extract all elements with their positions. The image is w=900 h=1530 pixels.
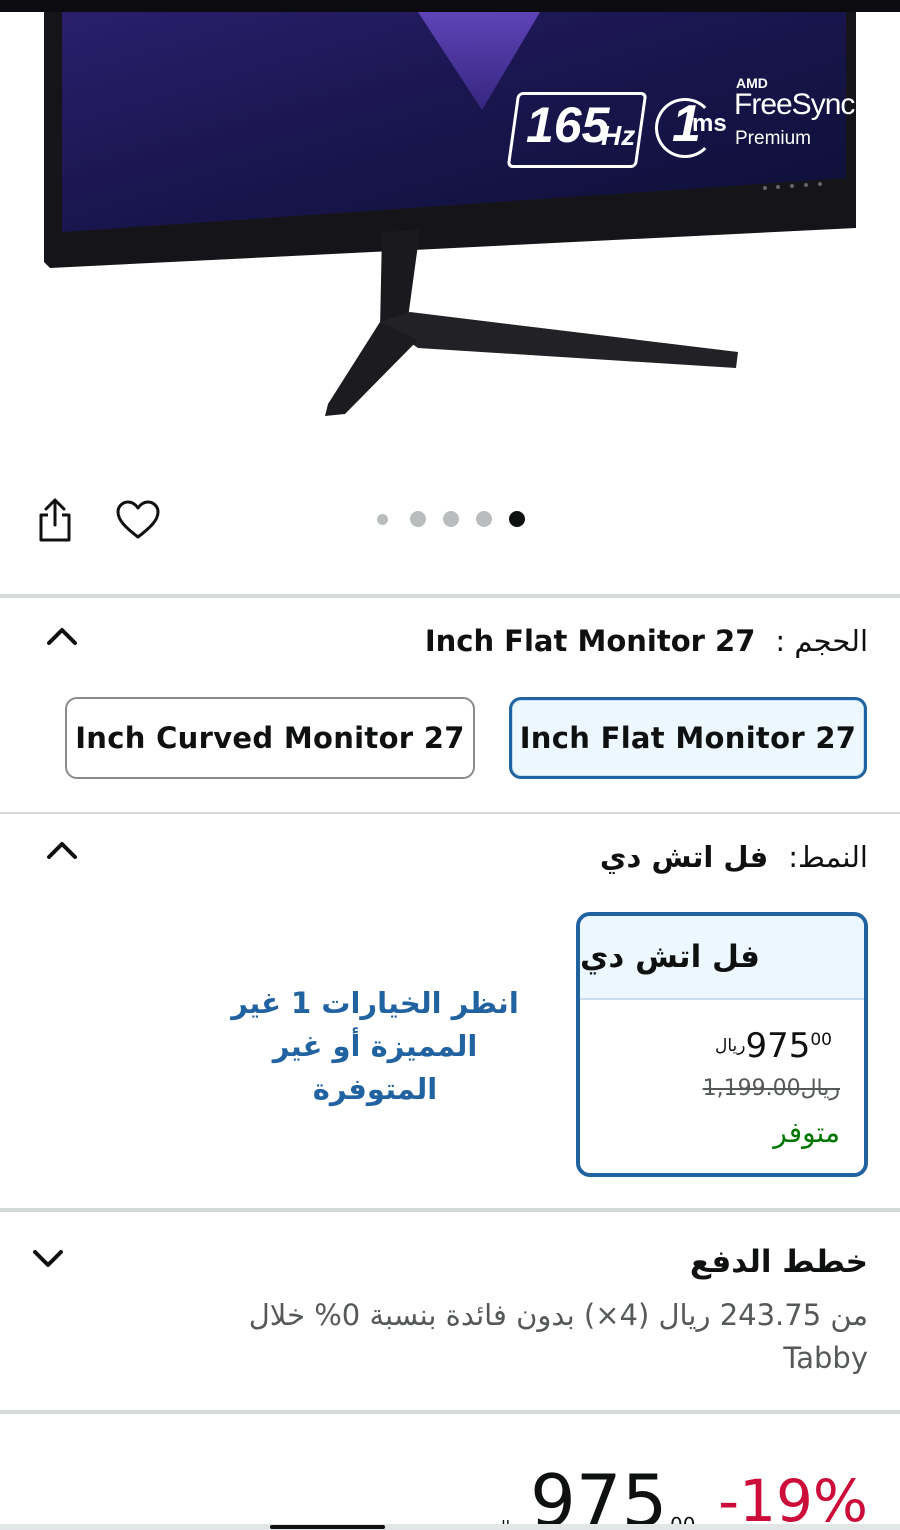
style-option-card[interactable]: فل اتش دي ريال 975 00 ريال1,199.00 متوفر [576,912,868,1177]
share-button[interactable] [27,492,83,548]
monitor-illustration [44,0,856,416]
refresh-rate-unit: Hz [601,120,636,151]
size-label: الحجم : [775,624,868,658]
style-collapse-button[interactable] [42,832,82,872]
share-icon [39,498,71,542]
size-selection-row: الحجم : Inch Flat Monitor 27 [425,624,868,658]
size-option-curved[interactable]: Inch Curved Monitor 27 [65,697,475,779]
image-top-strip [0,0,900,12]
discount-percentage: -19% [718,1467,868,1530]
list-price: ريال1,199.00 [702,1076,840,1101]
freesync-text: FreeSync [734,88,855,121]
main-price-block: -19% ريال 975 00 [490,1455,900,1530]
wishlist-button[interactable] [110,492,166,548]
scroll-thumb [270,1525,385,1529]
carousel-dot[interactable] [377,514,388,525]
heart-icon [116,500,160,539]
chevron-down-icon [33,1250,63,1267]
payment-plans-description: من 243.75 ريال (4×) بدون فائدة بنسبة 0% … [248,1298,868,1375]
price-currency: ريال [714,1036,746,1056]
response-time-unit: ms [692,110,727,137]
size-collapse-button[interactable] [42,618,82,658]
product-image[interactable]: 165 Hz 1 ms AMD FreeSync Premium [0,0,900,470]
price-fraction: 00 [810,1030,832,1050]
image-carousel-dots[interactable] [377,511,542,527]
section-divider [0,812,900,814]
section-divider [0,1208,900,1212]
size-option-flat[interactable]: Inch Flat Monitor 27 [509,697,867,779]
style-label: النمط: [788,840,868,874]
carousel-dot-active[interactable] [509,511,525,527]
freesync-tier-text: Premium [735,128,812,149]
availability-status: متوفر [773,1116,840,1149]
section-divider [0,1410,900,1414]
refresh-rate-value: 165 [526,97,610,153]
page-scroll-indicator [0,1524,900,1530]
chevron-up-icon [47,628,77,645]
carousel-dot[interactable] [476,511,492,527]
carousel-dot[interactable] [410,511,426,527]
section-divider [0,594,900,598]
size-selected-value: Inch Flat Monitor 27 [424,624,756,658]
style-card-price: ريال 975 00 [715,1026,832,1066]
carousel-dot[interactable] [443,511,459,527]
price-whole: 975 [745,1026,811,1066]
style-selection-row: النمط: فل اتش دي [600,840,868,874]
chevron-up-icon [47,842,77,859]
payment-plans-title: خطط الدفع [689,1244,868,1280]
payment-expand-button[interactable] [28,1238,68,1278]
style-card-title: فل اتش دي [580,916,864,1000]
style-selected-value: فل اتش دي [599,840,769,874]
main-price-whole: 975 [530,1459,668,1530]
see-unavailable-options-link[interactable]: انظر الخيارات 1 غير المميزة أو غير المتو… [220,982,530,1111]
